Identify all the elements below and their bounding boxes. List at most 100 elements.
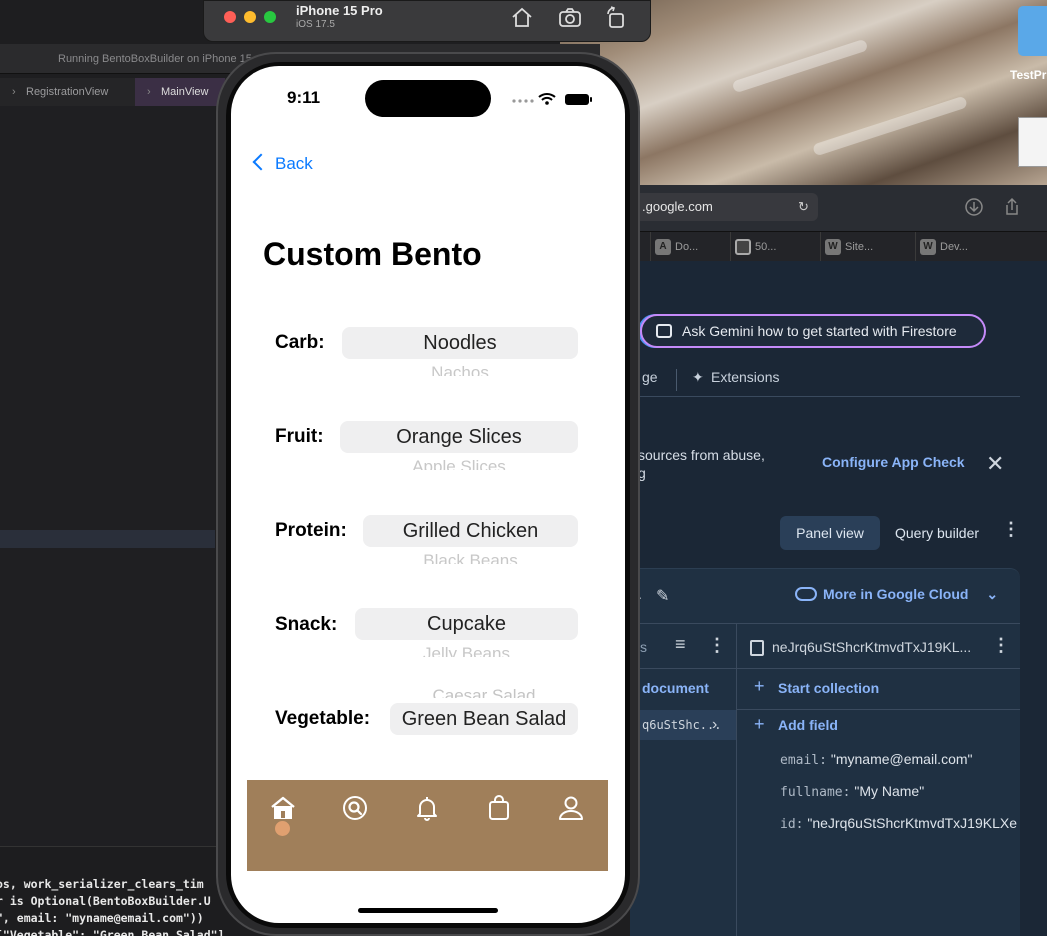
- field-row[interactable]: fullname: "My Name": [780, 783, 924, 800]
- home-icon[interactable]: [509, 5, 535, 31]
- appcheck-text-line: sources from abuse,: [638, 447, 765, 463]
- fruit-picker-next-option: Apple Slices: [340, 456, 578, 470]
- iphone-screen[interactable]: 9:11 Back Custom Bento Carb: Noodles Nac…: [231, 66, 625, 923]
- home-indicator[interactable]: [358, 908, 498, 913]
- vegetable-picker[interactable]: Green Bean Salad: [390, 703, 578, 735]
- browser-tab[interactable]: A Do...: [650, 232, 730, 262]
- bottom-tab-bar: [247, 780, 608, 871]
- collection-column-header: s ≡ ⋮: [630, 624, 736, 669]
- browser-tab-strip: A Do... 50... W Site... W Dev...: [630, 231, 1047, 262]
- active-tab-indicator: [275, 821, 290, 836]
- desktop-folder-label[interactable]: TestPr: [1010, 68, 1046, 82]
- add-field-button[interactable]: Add field: [778, 717, 838, 733]
- back-button[interactable]: Back: [252, 153, 313, 174]
- picker-option-text: Apple Slices: [412, 457, 506, 470]
- browser-tab[interactable]: W Site...: [820, 232, 915, 262]
- download-icon[interactable]: [964, 197, 984, 217]
- carb-label: Carb:: [275, 332, 325, 353]
- ask-gemini-button[interactable]: Ask Gemini how to get started with Fires…: [640, 314, 986, 348]
- simulator-os-version: iOS 17.5: [296, 19, 335, 30]
- browser-tab[interactable]: W Dev...: [915, 232, 1015, 262]
- panel-view-button[interactable]: Panel view: [780, 516, 880, 550]
- close-icon[interactable]: ✕: [986, 451, 1004, 477]
- close-window-button[interactable]: [224, 11, 236, 23]
- status-time: 9:11: [287, 88, 321, 107]
- tab-label: Dev...: [940, 241, 968, 253]
- cloud-icon: [795, 587, 817, 601]
- field-key: email:: [780, 753, 827, 768]
- wifi-dot: [545, 101, 549, 105]
- more-in-google-cloud-button[interactable]: More in Google Cloud ⌄: [795, 586, 998, 603]
- field-value: "My Name": [854, 783, 925, 799]
- desktop-file-thumbnail[interactable]: [1018, 117, 1047, 167]
- snack-picker-next-option: Jelly Beans: [355, 643, 578, 657]
- firestore-nav: ge ✦ Extensions: [630, 361, 1020, 397]
- address-bar[interactable]: .google.com: [630, 193, 818, 221]
- filter-icon[interactable]: ≡: [675, 634, 686, 655]
- carb-picker[interactable]: Noodles: [342, 327, 578, 359]
- appcheck-banner-text: sources from abuse, g: [638, 446, 765, 482]
- nav-tab-partial[interactable]: ge: [642, 369, 658, 385]
- editor-current-line: [0, 530, 215, 548]
- more-options-icon[interactable]: ⋮: [1002, 519, 1020, 540]
- search-icon[interactable]: [341, 794, 369, 822]
- add-document-button[interactable]: document: [642, 680, 709, 696]
- tab-favicon: A: [655, 239, 671, 255]
- share-icon[interactable]: [1002, 197, 1022, 217]
- back-label: Back: [275, 154, 313, 173]
- bag-icon[interactable]: [485, 794, 513, 822]
- xcode-editor[interactable]: [0, 106, 215, 846]
- console-line: r is Optional(BentoBoxBuilder.U: [0, 894, 211, 908]
- status-icons: [512, 93, 592, 105]
- page-title: Custom Bento: [263, 236, 482, 272]
- minimize-window-button[interactable]: [244, 11, 256, 23]
- more-options-icon[interactable]: ⋮: [708, 635, 726, 656]
- carb-picker-next-option: Nachos: [342, 362, 578, 376]
- xcode-tab-label: MainView: [161, 86, 209, 98]
- query-builder-button[interactable]: Query builder: [895, 525, 979, 541]
- vegetable-label: Vegetable:: [275, 708, 371, 729]
- profile-icon[interactable]: [557, 794, 585, 822]
- configure-app-check-link[interactable]: Configure App Check: [822, 454, 965, 470]
- appcheck-text-line: g: [638, 465, 646, 481]
- field-row[interactable]: id: "neJrq6uStShcrKtmvdTxJ19KLXe: [780, 815, 1017, 832]
- rotate-icon[interactable]: [603, 5, 629, 31]
- start-collection-button[interactable]: Start collection: [778, 680, 879, 696]
- tab-label: Do...: [675, 241, 699, 253]
- battery-icon: [565, 94, 589, 105]
- field-row[interactable]: email: "myname@email.com": [780, 751, 973, 768]
- snack-label: Snack:: [275, 614, 338, 635]
- more-in-google-cloud-label: More in Google Cloud: [823, 586, 969, 602]
- console-line: ", email: "myname@email.com")): [0, 911, 204, 925]
- wordpress-icon: W: [920, 239, 936, 255]
- bell-icon[interactable]: [413, 794, 441, 822]
- ask-gemini-label: Ask Gemini how to get started with Fires…: [682, 323, 957, 339]
- gemini-chat-icon: [656, 324, 672, 338]
- edit-pencil-icon[interactable]: ✎: [656, 586, 669, 606]
- zoom-window-button[interactable]: [264, 11, 276, 23]
- chevron-down-icon: ⌄: [986, 586, 999, 602]
- fruit-picker[interactable]: Orange Slices: [340, 421, 578, 453]
- row-divider: [737, 709, 1020, 710]
- screenshot-icon[interactable]: [557, 5, 583, 31]
- snack-picker[interactable]: Cupcake: [355, 608, 578, 640]
- more-options-icon[interactable]: ⋮: [992, 635, 1010, 656]
- reload-icon[interactable]: ↻: [798, 193, 809, 221]
- tab-label: Site...: [845, 241, 874, 253]
- xcode-console[interactable]: os, work_serializer_clears_tim r is Opti…: [0, 846, 240, 936]
- xcode-tab-mainview[interactable]: MainView: [135, 78, 225, 106]
- field-key: id:: [780, 817, 804, 832]
- nav-tab-extensions[interactable]: Extensions: [711, 369, 779, 385]
- browser-tab[interactable]: 50...: [730, 232, 820, 262]
- plus-icon: +: [754, 714, 765, 734]
- simulator-toolbar: iPhone 15 Pro iOS 17.5: [203, 0, 651, 42]
- wordpress-icon: W: [825, 239, 841, 255]
- xcode-tab-label: RegistrationView: [26, 86, 109, 98]
- tab-label: 50...: [755, 241, 777, 253]
- home-icon[interactable]: [269, 794, 297, 822]
- vegetable-picker-previous-option: Caesar Salad: [432, 686, 536, 698]
- protein-picker[interactable]: Grilled Chicken: [363, 515, 578, 547]
- document-list-item-selected[interactable]: q6uStShc... ›: [630, 710, 736, 740]
- xcode-tab-registrationview[interactable]: RegistrationView: [0, 78, 130, 106]
- folder-icon[interactable]: [1018, 6, 1047, 56]
